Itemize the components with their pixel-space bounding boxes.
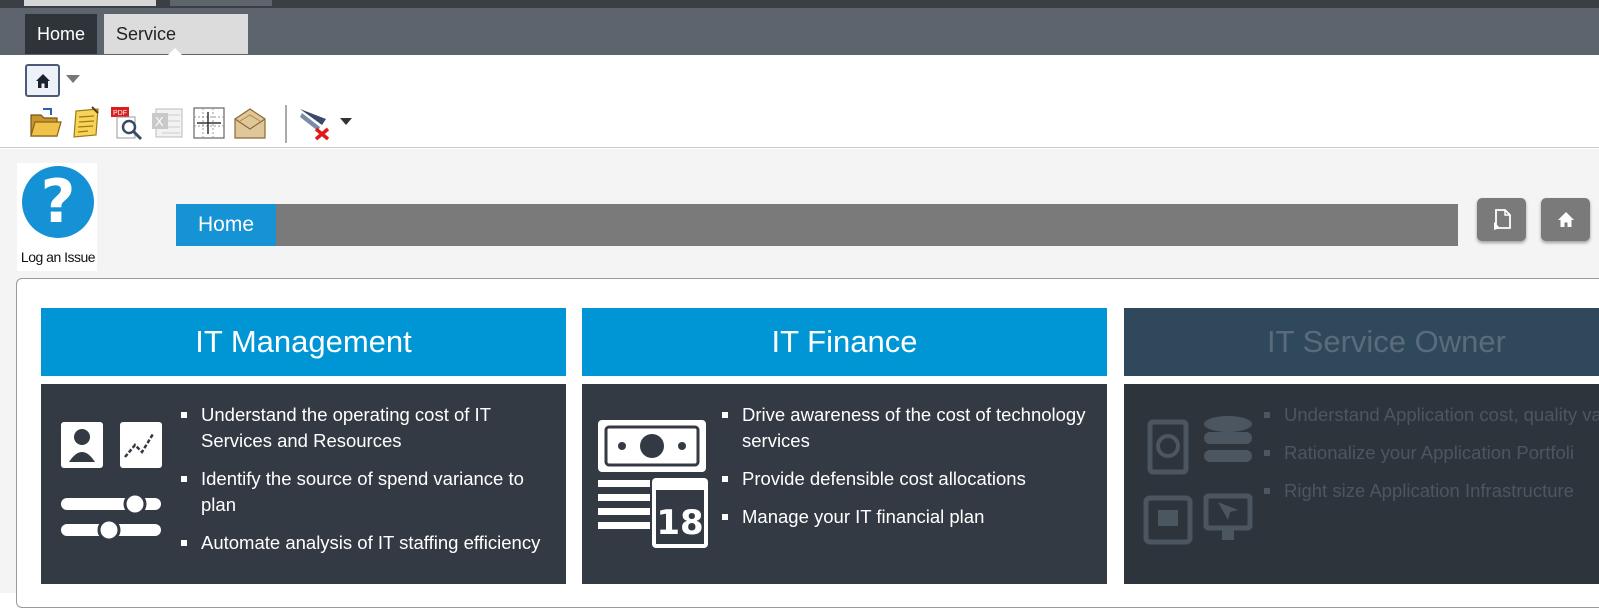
role-panel: IT Management Understand the operating c…: [16, 278, 1599, 608]
home-dropdown-caret[interactable]: [66, 75, 80, 83]
home-icon: [1557, 211, 1574, 227]
browser-tab-ghost[interactable]: [24, 0, 156, 6]
breadcrumb: Home: [176, 204, 1458, 246]
card-bullets: Understand the operating cost of IT Serv…: [181, 402, 561, 568]
excel-export-icon[interactable]: X: [150, 105, 186, 141]
card-body: Understand the operating cost of IT Serv…: [41, 384, 566, 584]
calendar-day: 18: [656, 503, 703, 543]
finance-money-calendar-icon: 18: [598, 420, 708, 548]
card-title[interactable]: IT Management: [41, 308, 566, 376]
browser-tab-ghost[interactable]: [170, 0, 272, 6]
card-bullets: Drive awareness of the cost of technolog…: [722, 402, 1102, 542]
list-item: Automate analysis of IT staffing efficie…: [181, 530, 561, 556]
card-title[interactable]: IT Service Owner: [1124, 308, 1599, 376]
list-item: Right size Application Infrastructure: [1264, 478, 1599, 504]
svg-text:PDF: PDF: [113, 110, 127, 117]
service-infrastructure-icon: [1143, 416, 1253, 545]
card-it-service-owner[interactable]: IT Service Owner Understand Application …: [1124, 308, 1599, 584]
home-nav-button[interactable]: [1541, 198, 1590, 241]
tab-bar: Home Service Costing: [0, 8, 1599, 84]
content-area: ? Log an Issue Home IT Management Unders…: [0, 149, 1599, 608]
list-item: Understand Application cost, quality val…: [1264, 402, 1599, 428]
email-icon[interactable]: [232, 105, 268, 141]
breadcrumb-home[interactable]: Home: [176, 204, 276, 246]
tab-service-costing[interactable]: Service Costing: [104, 14, 248, 84]
management-dashboard-icon: [61, 422, 162, 542]
clear-filter-dropdown-caret[interactable]: [340, 118, 352, 125]
list-item: Drive awareness of the cost of technolog…: [722, 402, 1102, 454]
clear-filter-icon[interactable]: [296, 105, 336, 141]
card-it-management[interactable]: IT Management Understand the operating c…: [41, 308, 566, 584]
card-title[interactable]: IT Finance: [582, 308, 1107, 376]
list-item: Identify the source of spend variance to…: [181, 466, 561, 518]
pdf-preview-icon[interactable]: PDF: [109, 105, 145, 141]
card-body: Understand Application cost, quality val…: [1124, 384, 1599, 584]
home-button[interactable]: [25, 64, 60, 97]
list-item: Manage your IT financial plan: [722, 504, 1102, 530]
list-item: Rationalize your Application Portfoli: [1264, 440, 1599, 466]
help-icon: ?: [22, 166, 94, 238]
toolbar: PDF X: [0, 55, 1599, 148]
card-bullets: Understand Application cost, quality val…: [1264, 402, 1599, 516]
window-top-strip: [0, 0, 1599, 8]
open-folder-icon[interactable]: [27, 105, 63, 141]
log-issue-button[interactable]: ? Log an Issue: [17, 163, 97, 271]
notes-icon[interactable]: [68, 105, 104, 141]
card-body: 18 Drive awareness of the cost of techno…: [582, 384, 1107, 584]
list-item: Provide defensible cost allocations: [722, 466, 1102, 492]
active-tab-notch: [168, 48, 182, 55]
document-icon: [1493, 208, 1511, 230]
svg-text:X: X: [155, 114, 164, 129]
page-action-button[interactable]: [1477, 198, 1526, 241]
pivot-table-icon[interactable]: [191, 105, 227, 141]
log-issue-label: Log an Issue: [20, 249, 96, 265]
card-it-finance[interactable]: IT Finance 18 Drive awareness of the cos…: [582, 308, 1107, 584]
toolbar-separator: [285, 105, 287, 143]
tab-home[interactable]: Home: [25, 14, 97, 54]
home-icon: [35, 73, 50, 88]
list-item: Understand the operating cost of IT Serv…: [181, 402, 561, 454]
